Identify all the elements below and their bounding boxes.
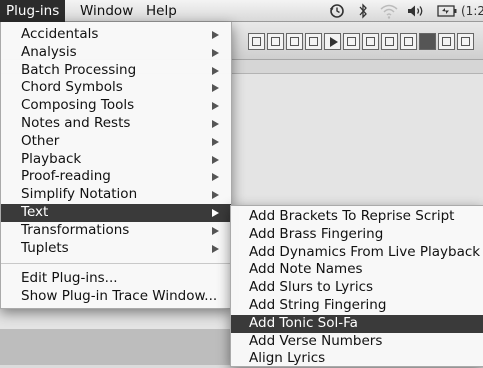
- menu-item-label: Transformations: [21, 221, 130, 238]
- submenu-arrow-icon: [212, 155, 219, 164]
- toolbar-button[interactable]: [457, 32, 474, 50]
- menu-item-add-dynamics-from-live-playback[interactable]: Add Dynamics From Live Playback: [231, 244, 483, 262]
- menu-item-batch-processing[interactable]: Batch Processing: [1, 62, 231, 80]
- menu-item-label: Add Tonic Sol-Fa: [249, 314, 358, 331]
- menu-item-label: Text: [21, 203, 49, 220]
- menu-item-add-verse-numbers[interactable]: Add Verse Numbers: [231, 333, 483, 351]
- submenu-arrow-icon: [212, 137, 219, 146]
- submenu-arrow-icon: [212, 48, 219, 57]
- battery-icon[interactable]: [436, 3, 458, 19]
- submenu-arrow-icon: [212, 102, 219, 111]
- toolbar-button[interactable]: [305, 32, 322, 50]
- toolbar-button[interactable]: [381, 32, 398, 50]
- menu-item-add-note-names[interactable]: Add Note Names: [231, 261, 483, 279]
- menu-item-label: Proof-reading: [21, 168, 111, 185]
- menu-item-align-lyrics[interactable]: Align Lyrics: [231, 350, 483, 368]
- toolbar-button[interactable]: [400, 32, 417, 50]
- toolbar-button[interactable]: [267, 32, 284, 50]
- menu-item-label: Simplify Notation: [21, 186, 138, 203]
- menu-item-chord-symbols[interactable]: Chord Symbols: [1, 79, 231, 97]
- menu-item-add-brass-fingering[interactable]: Add Brass Fingering: [231, 226, 483, 244]
- menu-bar: Plug-ins Window Help (1:2: [0, 0, 483, 22]
- toolbar-button[interactable]: [362, 32, 379, 50]
- text-submenu: Add Brackets To Reprise Script Add Brass …: [230, 205, 483, 367]
- menu-item-label: Other: [21, 132, 60, 149]
- menu-item-other[interactable]: Other: [1, 133, 231, 151]
- submenu-arrow-icon: [212, 173, 219, 182]
- menu-item-label: Add Note Names: [249, 261, 363, 278]
- menu-item-label: Show Plug-in Trace Window...: [21, 288, 218, 305]
- menu-item-add-brackets-to-reprise-script[interactable]: Add Brackets To Reprise Script: [231, 208, 483, 226]
- menu-item-proof-reading[interactable]: Proof-reading: [1, 168, 231, 186]
- toolbar-button[interactable]: [248, 32, 265, 50]
- toolbar-button[interactable]: [286, 32, 303, 50]
- menu-item-edit-plug-ins[interactable]: Edit Plug-ins...: [1, 270, 231, 288]
- menu-item-add-slurs-to-lyrics[interactable]: Add Slurs to Lyrics: [231, 279, 483, 297]
- time-machine-icon[interactable]: [328, 3, 346, 19]
- menu-item-text[interactable]: Text: [1, 203, 231, 222]
- submenu-arrow-icon: [212, 226, 219, 235]
- menu-separator: [1, 263, 231, 265]
- menu-help[interactable]: Help: [140, 0, 183, 22]
- menu-item-playback[interactable]: Playback: [1, 151, 231, 169]
- bluetooth-icon[interactable]: [356, 3, 370, 19]
- menu-item-label: Analysis: [21, 43, 77, 60]
- menu-item-label: Chord Symbols: [21, 79, 123, 96]
- toolbar-button[interactable]: [438, 32, 455, 50]
- play-icon[interactable]: [324, 32, 341, 50]
- submenu-arrow-icon: [212, 119, 219, 128]
- menu-item-label: Add Slurs to Lyrics: [249, 279, 374, 296]
- menu-item-accidentals[interactable]: Accidentals: [1, 26, 231, 44]
- submenu-arrow-icon: [212, 84, 219, 93]
- wifi-icon[interactable]: [378, 3, 400, 19]
- menu-item-label: Composing Tools: [21, 97, 135, 114]
- submenu-arrow-icon: [212, 66, 219, 75]
- mixer-icon[interactable]: [343, 32, 360, 50]
- menu-item-label: Accidentals: [21, 26, 99, 42]
- menu-item-transformations[interactable]: Transformations: [1, 222, 231, 240]
- menu-item-label: Notes and Rests: [21, 114, 131, 131]
- menu-item-simplify-notation[interactable]: Simplify Notation: [1, 186, 231, 204]
- plug-ins-menu: Accidentals Analysis Batch Processing Chord…: [0, 22, 232, 309]
- submenu-arrow-icon: [212, 191, 219, 200]
- menu-item-notes-and-rests[interactable]: Notes and Rests: [1, 115, 231, 133]
- toolbar-button[interactable]: [419, 32, 436, 50]
- menu-item-add-string-fingering[interactable]: Add String Fingering: [231, 297, 483, 315]
- menu-item-analysis[interactable]: Analysis: [1, 44, 231, 62]
- menu-item-label: Add Brackets To Reprise Script: [249, 208, 455, 224]
- menu-item-label: Add String Fingering: [249, 296, 387, 313]
- menu-item-label: Batch Processing: [21, 61, 137, 78]
- menu-item-label: Add Brass Fingering: [249, 225, 384, 242]
- menu-item-label: Add Verse Numbers: [249, 332, 383, 349]
- menu-item-composing-tools[interactable]: Composing Tools: [1, 97, 231, 115]
- menu-item-label: Tuplets: [21, 239, 69, 256]
- toolbar-buttons: [248, 31, 474, 51]
- submenu-arrow-icon: [212, 31, 219, 39]
- menu-item-label: Align Lyrics: [249, 350, 326, 367]
- menu-item-label: Playback: [21, 150, 82, 167]
- menu-item-add-tonic-sol-fa[interactable]: Add Tonic Sol-Fa: [231, 314, 483, 333]
- volume-icon[interactable]: [405, 3, 427, 19]
- submenu-arrow-icon: [212, 244, 219, 253]
- menu-item-tuplets[interactable]: Tuplets: [1, 240, 231, 258]
- clock[interactable]: (1:2: [461, 0, 483, 22]
- menu-plug-ins[interactable]: Plug-ins: [0, 0, 66, 22]
- menu-item-label: Add Dynamics From Live Playback: [249, 243, 481, 260]
- menu-item-label: Edit Plug-ins...: [21, 270, 118, 287]
- submenu-arrow-icon: [212, 208, 219, 217]
- menu-item-show-plug-in-trace-window[interactable]: Show Plug-in Trace Window...: [1, 288, 231, 306]
- menu-window[interactable]: Window: [74, 0, 139, 22]
